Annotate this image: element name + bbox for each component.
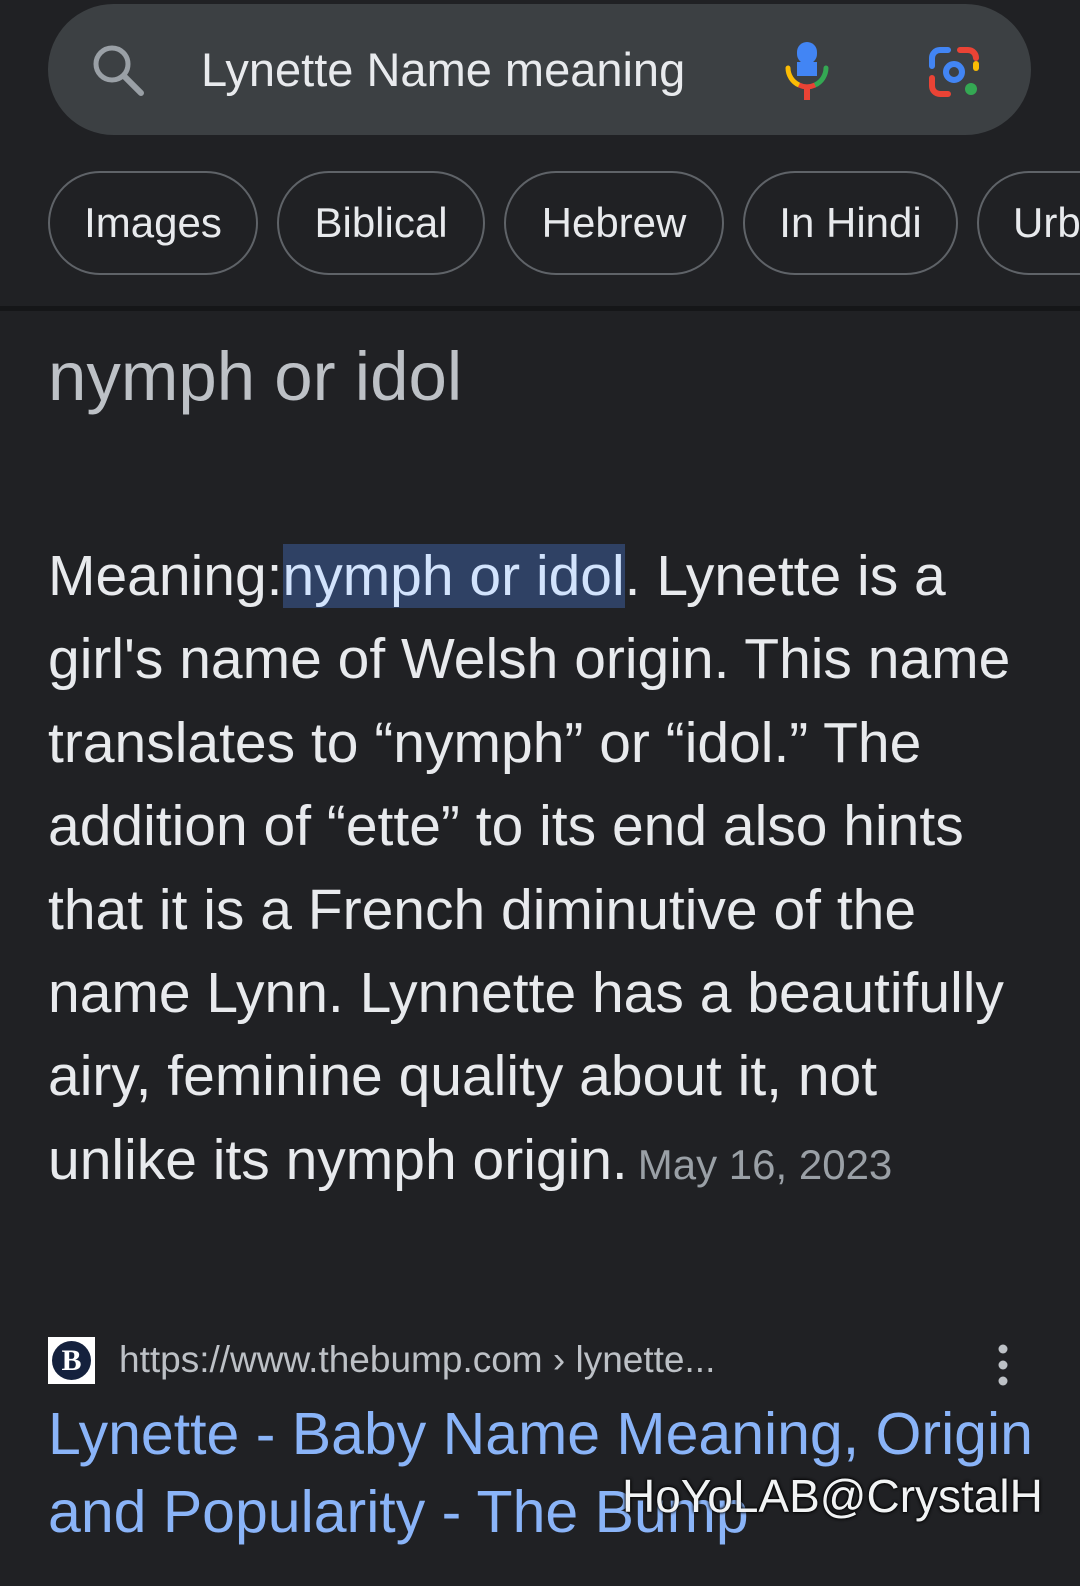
result-url[interactable]: https://www.thebump.com › lynette... (119, 1336, 715, 1384)
site-favicon: B (48, 1337, 95, 1384)
more-vert-icon[interactable] (988, 1340, 1018, 1388)
chip-biblical[interactable]: Biblical (277, 171, 485, 275)
snippet-date: May 16, 2023 (637, 1140, 893, 1188)
watermark: HoYoLAB@CrystalH (622, 1470, 1043, 1522)
featured-answer-headline: nymph or idol (48, 338, 463, 415)
favicon-letter: B (52, 1341, 91, 1380)
chip-in-hindi[interactable]: In Hindi (743, 171, 958, 275)
snippet-highlight: nymph or idol (282, 544, 625, 608)
snippet-prefix: Meaning: (48, 544, 283, 608)
header-divider (0, 306, 1080, 311)
google-lens-icon[interactable] (926, 44, 982, 100)
search-input[interactable]: Lynette Name meaning (201, 4, 685, 135)
chip-urban[interactable]: Urb (977, 171, 1080, 275)
featured-snippet-text: Meaning:nymph or idol. Lynette is a girl… (48, 535, 1038, 1206)
snippet-body: . Lynette is a girl's name of Welsh orig… (48, 544, 1011, 1192)
result-source-row[interactable]: B https://www.thebump.com › lynette... (48, 1336, 1038, 1386)
chip-hebrew[interactable]: Hebrew (504, 171, 724, 275)
search-icon[interactable] (90, 42, 146, 98)
chip-images[interactable]: Images (48, 171, 258, 275)
search-bar[interactable]: Lynette Name meaning (48, 4, 1031, 135)
search-filter-chips: Images Biblical Hebrew In Hindi Urb (48, 171, 1080, 277)
search-results-page: Lynette Name meaning Images Biblical Heb… (0, 0, 1080, 1586)
mic-icon[interactable] (784, 40, 830, 104)
